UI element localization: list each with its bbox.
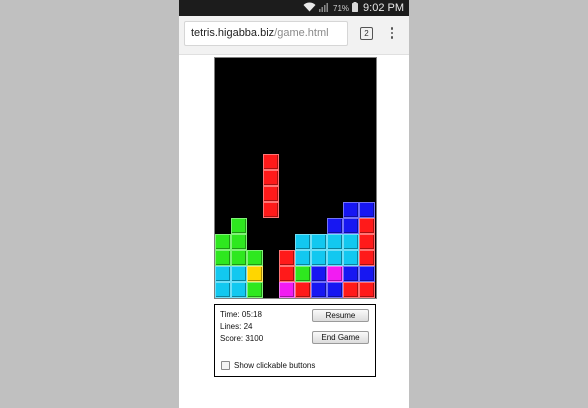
board-block — [215, 266, 231, 282]
board-block — [327, 282, 343, 298]
show-clickable-buttons-label: Show clickable buttons — [234, 361, 316, 370]
board-block — [343, 218, 359, 234]
battery-icon — [352, 1, 359, 15]
board-block — [327, 218, 343, 234]
board-block — [247, 250, 263, 266]
board-block — [295, 282, 311, 298]
show-clickable-buttons-checkbox[interactable] — [221, 361, 230, 370]
board-block — [215, 234, 231, 250]
board-block — [343, 234, 359, 250]
board-block — [279, 250, 295, 266]
status-icons: 71% 9:02 PM — [303, 0, 404, 16]
time-readout: Time: 05:18 — [220, 310, 262, 319]
board-block — [279, 266, 295, 282]
board-block — [215, 282, 231, 298]
tetris-board[interactable] — [214, 57, 377, 299]
tab-switcher-button[interactable]: 2 — [360, 27, 373, 40]
clock: 9:02 PM — [363, 2, 404, 14]
board-block — [231, 266, 247, 282]
board-block — [311, 266, 327, 282]
game-control-panel: Time: 05:18 Lines: 24 Score: 3100 Resume… — [214, 304, 376, 377]
end-game-button[interactable]: End Game — [312, 331, 369, 344]
board-block — [215, 250, 231, 266]
board-block — [327, 266, 343, 282]
signal-icon — [319, 2, 330, 15]
board-block — [359, 282, 375, 298]
board-block — [359, 202, 375, 218]
url-path: /game.html — [274, 27, 329, 39]
board-block — [263, 186, 279, 202]
wifi-icon — [303, 2, 316, 15]
board-block — [359, 250, 375, 266]
score-readout: Score: 3100 — [220, 334, 264, 343]
address-bar[interactable]: tetris.higabba.biz/game.html — [184, 21, 348, 46]
board-block — [327, 250, 343, 266]
board-block — [311, 234, 327, 250]
board-block — [343, 282, 359, 298]
board-block — [343, 202, 359, 218]
board-block — [359, 218, 375, 234]
browser-toolbar: tetris.higabba.biz/game.html 2 — [179, 16, 409, 55]
board-block — [247, 282, 263, 298]
board-block — [343, 250, 359, 266]
board-block — [231, 282, 247, 298]
battery-percent: 71% — [333, 3, 350, 13]
show-clickable-buttons-option[interactable]: Show clickable buttons — [221, 361, 315, 370]
board-block — [263, 170, 279, 186]
board-block — [327, 234, 343, 250]
board-block — [295, 234, 311, 250]
board-block — [231, 218, 247, 234]
more-vert-icon[interactable] — [387, 25, 397, 41]
board-block — [311, 250, 327, 266]
board-block — [231, 234, 247, 250]
board-block — [295, 250, 311, 266]
board-block — [359, 266, 375, 282]
board-block — [311, 282, 327, 298]
board-block — [231, 250, 247, 266]
url-host: tetris.higabba.biz — [191, 27, 275, 39]
board-block — [263, 154, 279, 170]
board-block — [359, 234, 375, 250]
phone-screen: 71% 9:02 PM tetris.higabba.biz/game.html… — [179, 0, 409, 408]
status-bar: 71% 9:02 PM — [179, 0, 409, 16]
board-block — [295, 266, 311, 282]
lines-readout: Lines: 24 — [220, 322, 253, 331]
board-block — [263, 202, 279, 218]
resume-button[interactable]: Resume — [312, 309, 369, 322]
board-block — [343, 266, 359, 282]
board-block — [247, 266, 263, 282]
board-block — [279, 282, 295, 298]
